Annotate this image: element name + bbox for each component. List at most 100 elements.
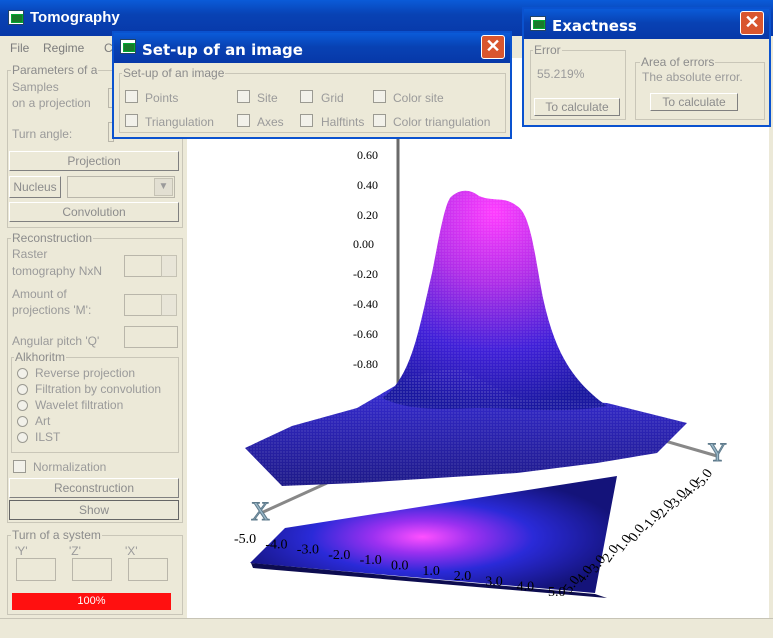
projection-button[interactable]: Projection (9, 151, 179, 171)
peak-mesh-overlay (382, 190, 607, 411)
z-tick-label: 0.60 (357, 148, 378, 162)
site-label: Site (257, 91, 278, 105)
z-tick-label: -0.20 (353, 267, 378, 281)
menu-regime[interactable]: Regime (43, 41, 84, 55)
amount-label: Amount of (12, 287, 67, 301)
progress-bar: 100% (12, 593, 171, 610)
color-triangulation-label: Color triangulation (393, 115, 491, 129)
color-site-checkbox[interactable] (373, 90, 386, 103)
error-group-label: Error (533, 43, 562, 57)
params-group-label: Parameters of a (11, 63, 99, 77)
triangulation-label: Triangulation (145, 115, 214, 129)
tomography-nxn-label: tomography NxN (12, 264, 103, 278)
samples-label: Samples (12, 80, 59, 94)
surface-plot: 0.60 0.40 0.20 0.00 -0.20 -0.40 -0.60 -0… (234, 118, 728, 600)
x-tick-label: -2.0 (328, 548, 350, 563)
points-checkbox[interactable] (125, 90, 138, 103)
art-label: Art (35, 414, 51, 428)
color-triangulation-checkbox[interactable] (373, 114, 386, 127)
raster-field[interactable] (124, 255, 162, 277)
ilst-label: ILST (35, 430, 61, 444)
grid-checkbox[interactable] (300, 90, 313, 103)
x-tick-label: 0.0 (391, 559, 409, 574)
x-tick-label: -3.0 (297, 543, 319, 558)
radio-reverse-projection[interactable] (17, 368, 28, 379)
z-tick-label: 0.00 (353, 237, 374, 251)
axis-z-label: 'Z' (69, 544, 81, 558)
axes-checkbox[interactable] (237, 114, 250, 127)
projections-m-label: projections 'M': (12, 303, 92, 317)
convolution-button[interactable]: Convolution (9, 202, 179, 222)
x-tick-label: 2.0 (454, 569, 472, 584)
axes-label: Axes (257, 115, 284, 129)
show-button[interactable]: Show (9, 500, 179, 520)
calculate-error-button[interactable]: To calculate (534, 98, 620, 116)
triangulation-checkbox[interactable] (125, 114, 138, 127)
absolute-error-label: The absolute error. (642, 70, 743, 84)
z-tick-label: -0.80 (353, 357, 378, 371)
z-tick-label: 0.20 (357, 208, 378, 222)
tomography-app-icon (8, 10, 24, 25)
turn-x-field[interactable] (128, 558, 168, 581)
z-tick-label: -0.40 (353, 297, 378, 311)
x-tick-label: 4.0 (517, 580, 535, 595)
exactness-dialog-icon (530, 16, 546, 31)
error-value: 55.219% (537, 67, 585, 81)
progress-text: 100% (77, 595, 106, 607)
grid-label: Grid (321, 91, 344, 105)
turn-z-field[interactable] (72, 558, 112, 581)
status-bar (0, 618, 773, 638)
exactness-dialog-title: Exactness (552, 17, 637, 35)
reverse-projection-label: Reverse projection (35, 366, 136, 380)
turn-angle-label: Turn angle: (12, 127, 73, 141)
wavelet-filtration-label: Wavelet filtration (35, 398, 124, 412)
plot-canvas[interactable]: 0.60 0.40 0.20 0.00 -0.20 -0.40 -0.60 -0… (187, 58, 769, 618)
halftints-label: Halftints (321, 115, 365, 129)
window-title: Tomography (30, 9, 120, 26)
exactness-close-button[interactable]: ✕ (740, 11, 764, 35)
setup-dialog-icon (120, 39, 136, 54)
z-tick-label: -0.60 (353, 327, 378, 341)
raster-spinner[interactable] (161, 255, 177, 277)
turn-y-field[interactable] (16, 558, 56, 581)
angular-pitch-label: Angular pitch 'Q' (12, 334, 100, 348)
setup-dialog-title: Set-up of an image (142, 41, 303, 59)
x-axis-label: X (251, 497, 270, 526)
x-tick-label: 3.0 (485, 574, 503, 589)
y-axis-label: Y (708, 438, 727, 467)
turn-system-group-label: Turn of a system (11, 528, 102, 542)
radio-filtration-convolution[interactable] (17, 384, 28, 395)
on-projection-label: on a projection (12, 96, 91, 110)
x-tick-label: 1.0 (422, 564, 440, 579)
area-errors-group-label: Area of errors (640, 55, 716, 69)
radio-wavelet-filtration[interactable] (17, 400, 28, 411)
menu-file[interactable]: File (10, 41, 29, 55)
x-tick-label: -5.0 (234, 532, 256, 547)
nucleus-button[interactable]: Nucleus (9, 176, 61, 198)
x-tick-label: -1.0 (360, 553, 382, 568)
angular-pitch-field[interactable] (124, 326, 178, 348)
axis-y-label: 'Y' (15, 544, 28, 558)
raster-label: Raster (12, 247, 48, 261)
filtration-convolution-label: Filtration by convolution (35, 382, 162, 396)
halftints-checkbox[interactable] (300, 114, 313, 127)
site-checkbox[interactable] (237, 90, 250, 103)
reconstruction-group-label: Reconstruction (11, 231, 94, 245)
z-tick-label: 0.40 (357, 178, 378, 192)
reconstruction-button[interactable]: Reconstruction (9, 478, 179, 498)
points-label: Points (145, 91, 179, 105)
radio-ilst[interactable] (17, 432, 28, 443)
x-axis-line (260, 481, 328, 515)
normalization-checkbox[interactable] (13, 460, 26, 473)
calculate-area-button[interactable]: To calculate (650, 93, 738, 111)
axis-x-label: 'X' (125, 544, 138, 558)
normalization-label: Normalization (33, 460, 107, 474)
chevron-down-icon[interactable]: ▼ (154, 178, 173, 196)
color-site-label: Color site (393, 91, 444, 105)
algorithm-group-label: Alkhoritm (14, 350, 67, 364)
setup-close-button[interactable]: ✕ (481, 35, 505, 59)
projections-m-field[interactable] (124, 294, 162, 316)
setup-group-label: Set-up of an image (122, 66, 226, 80)
projections-spinner[interactable] (161, 294, 177, 316)
radio-art[interactable] (17, 416, 28, 427)
